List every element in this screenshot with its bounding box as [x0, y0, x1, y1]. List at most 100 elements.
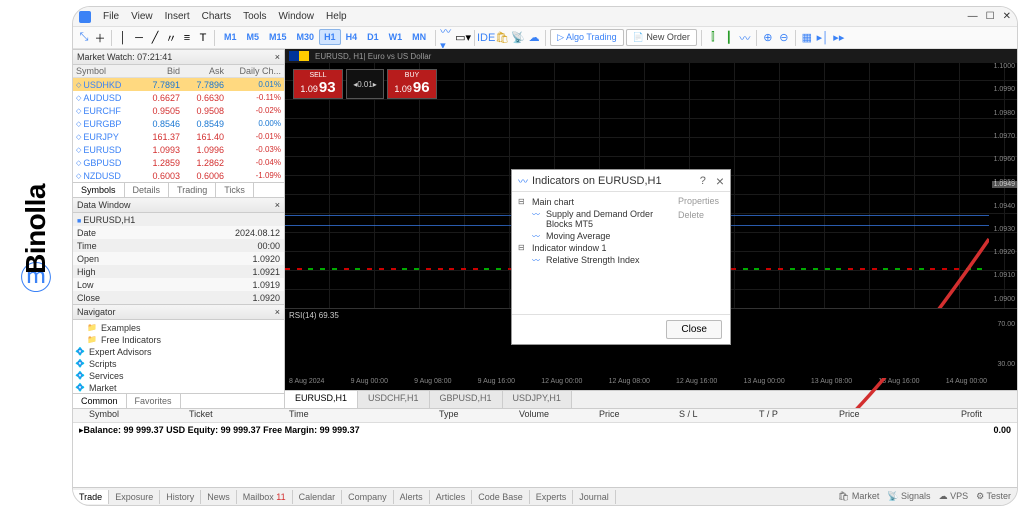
toolbox-tab-company[interactable]: Company: [342, 490, 394, 504]
cursor-icon[interactable]: ⤡: [77, 31, 91, 45]
zoom-out-icon[interactable]: ⊖: [777, 31, 791, 45]
toolbox-tab-alerts[interactable]: Alerts: [394, 490, 430, 504]
timeframe-W1[interactable]: W1: [384, 29, 408, 45]
menu-window[interactable]: Window: [278, 11, 314, 22]
toolbox-tab-news[interactable]: News: [201, 490, 237, 504]
menu-tools[interactable]: Tools: [243, 11, 266, 22]
indicator-icon[interactable]: 〰▾: [440, 31, 454, 45]
dialog-tree-item[interactable]: Relative Strength Index: [518, 254, 668, 266]
dialog-tree-item[interactable]: Main chart: [518, 196, 668, 208]
close-icon[interactable]: ✕: [1003, 11, 1011, 22]
timeframe-H1[interactable]: H1: [319, 29, 341, 45]
toolbox-tab-experts[interactable]: Experts: [530, 490, 574, 504]
menu-file[interactable]: File: [103, 11, 119, 22]
timeframe-M5[interactable]: M5: [242, 29, 265, 45]
market-watch-row[interactable]: EURUSD1.09931.0996-0.03%: [73, 143, 284, 156]
menu-insert[interactable]: Insert: [165, 11, 190, 22]
text-icon[interactable]: T: [196, 31, 210, 45]
ide-icon[interactable]: IDE: [479, 31, 493, 45]
toolbox-tab-calendar[interactable]: Calendar: [293, 490, 343, 504]
market-watch-row[interactable]: EURGBP0.85460.85490.00%: [73, 117, 284, 130]
candles-icon[interactable]: ┃: [722, 31, 736, 45]
algo-trading-button[interactable]: ▷ Algo Trading: [550, 29, 623, 46]
channel-icon[interactable]: 〃: [164, 31, 178, 45]
autoscroll-icon[interactable]: ▸▸: [832, 31, 846, 45]
timeframe-H4[interactable]: H4: [341, 29, 363, 45]
menu-charts[interactable]: Charts: [202, 11, 231, 22]
toolbox-tab-mailbox[interactable]: Mailbox 11: [237, 490, 293, 504]
timeframe-M1[interactable]: M1: [219, 29, 242, 45]
nav-item[interactable]: Scripts: [75, 358, 282, 370]
nav-item[interactable]: Expert Advisors: [75, 346, 282, 358]
nav-item[interactable]: Services: [75, 370, 282, 382]
toolbox-tab-exposure[interactable]: Exposure: [109, 490, 160, 504]
toolbox-tab-articles[interactable]: Articles: [430, 490, 473, 504]
buy-button[interactable]: BUY 1.0996: [387, 69, 437, 99]
dialog-properties-button[interactable]: Properties: [678, 196, 726, 206]
market-icon[interactable]: 🛍: [495, 31, 509, 45]
status-tester[interactable]: ⚙ Tester: [976, 491, 1011, 502]
data-window-row: EURUSD,H1: [73, 213, 284, 226]
market-watch-row[interactable]: GBPUSD1.28591.2862-0.04%: [73, 156, 284, 169]
dialog-tree-item[interactable]: Moving Average: [518, 230, 668, 242]
object-icon[interactable]: ▭▾: [456, 31, 470, 45]
market-watch-row[interactable]: EURCHF0.95050.9508-0.02%: [73, 104, 284, 117]
nav-item[interactable]: Market: [75, 382, 282, 393]
dialog-tree[interactable]: Main chartSupply and Demand Order Blocks…: [512, 192, 674, 314]
nav-tab-common[interactable]: Common: [73, 394, 127, 408]
dialog-tree-item[interactable]: Supply and Demand Order Blocks MT5: [518, 208, 668, 230]
dialog-tree-item[interactable]: Indicator window 1: [518, 242, 668, 254]
toolbox-tab-journal[interactable]: Journal: [573, 490, 616, 504]
minimize-icon[interactable]: —: [968, 11, 978, 22]
timeframe-M30[interactable]: M30: [292, 29, 320, 45]
menu-view[interactable]: View: [131, 11, 153, 22]
mw-tab-trading[interactable]: Trading: [169, 183, 216, 197]
market-watch-close-icon[interactable]: ×: [275, 52, 280, 62]
nav-tab-favorites[interactable]: Favorites: [127, 394, 181, 408]
bars-icon[interactable]: ⫿: [706, 31, 720, 45]
line-icon[interactable]: 〰: [738, 31, 752, 45]
toolbox-tab-trade[interactable]: Trade: [73, 490, 109, 504]
menu-help[interactable]: Help: [326, 11, 347, 22]
timeframe-M15[interactable]: M15: [264, 29, 292, 45]
signals-icon[interactable]: 📡: [511, 31, 525, 45]
trendline-icon[interactable]: ╱: [148, 31, 162, 45]
mw-tab-ticks[interactable]: Ticks: [216, 183, 254, 197]
shift-icon[interactable]: ▸│: [816, 31, 830, 45]
market-watch-row[interactable]: USDHKD7.78917.78960.01%: [73, 78, 284, 91]
fib-icon[interactable]: ≡: [180, 31, 194, 45]
nav-item[interactable]: Free Indicators: [75, 334, 282, 346]
toolbox-tab-history[interactable]: History: [160, 490, 201, 504]
hline-icon[interactable]: ─: [132, 31, 146, 45]
data-window-row: High1.0921: [73, 265, 284, 278]
status-market[interactable]: 🛍 Market: [838, 491, 879, 502]
toolbox-tab-code base[interactable]: Code Base: [472, 490, 530, 504]
dialog-close-icon[interactable]: ×: [716, 173, 724, 189]
timeframe-MN[interactable]: MN: [407, 29, 431, 45]
brand-name: Binolla: [20, 184, 52, 274]
maximize-icon[interactable]: ☐: [986, 11, 995, 22]
mw-tab-symbols[interactable]: Symbols: [73, 183, 125, 197]
tile-icon[interactable]: ▦: [800, 31, 814, 45]
lot-input[interactable]: ◂ 0.01 ▸: [346, 69, 384, 99]
mw-tab-details[interactable]: Details: [125, 183, 170, 197]
new-order-button[interactable]: 📄 New Order: [626, 29, 697, 46]
zoom-in-icon[interactable]: ⊕: [761, 31, 775, 45]
market-watch-row[interactable]: NZDUSD0.60030.6006-1.09%: [73, 169, 284, 182]
timeframe-D1[interactable]: D1: [362, 29, 384, 45]
sell-button[interactable]: SELL 1.0993: [293, 69, 343, 99]
dialog-close-button[interactable]: Close: [666, 320, 722, 339]
status-vps[interactable]: ☁ VPS: [939, 491, 969, 502]
data-window-close-icon[interactable]: ×: [275, 200, 280, 210]
navigator-close-icon[interactable]: ×: [275, 307, 280, 317]
status-signals[interactable]: 📡 Signals: [887, 491, 930, 502]
market-watch-row[interactable]: AUDUSD0.66270.6630-0.11%: [73, 91, 284, 104]
vps-icon[interactable]: ☁: [527, 31, 541, 45]
market-watch-row[interactable]: EURJPY161.37161.40-0.01%: [73, 130, 284, 143]
crosshair-icon[interactable]: ＋: [93, 31, 107, 45]
dialog-delete-button[interactable]: Delete: [678, 210, 726, 220]
nav-item[interactable]: Examples: [75, 322, 282, 334]
data-window-row: Time00:00: [73, 239, 284, 252]
dialog-help-icon[interactable]: ?: [700, 175, 706, 187]
vline-icon[interactable]: │: [116, 31, 130, 45]
